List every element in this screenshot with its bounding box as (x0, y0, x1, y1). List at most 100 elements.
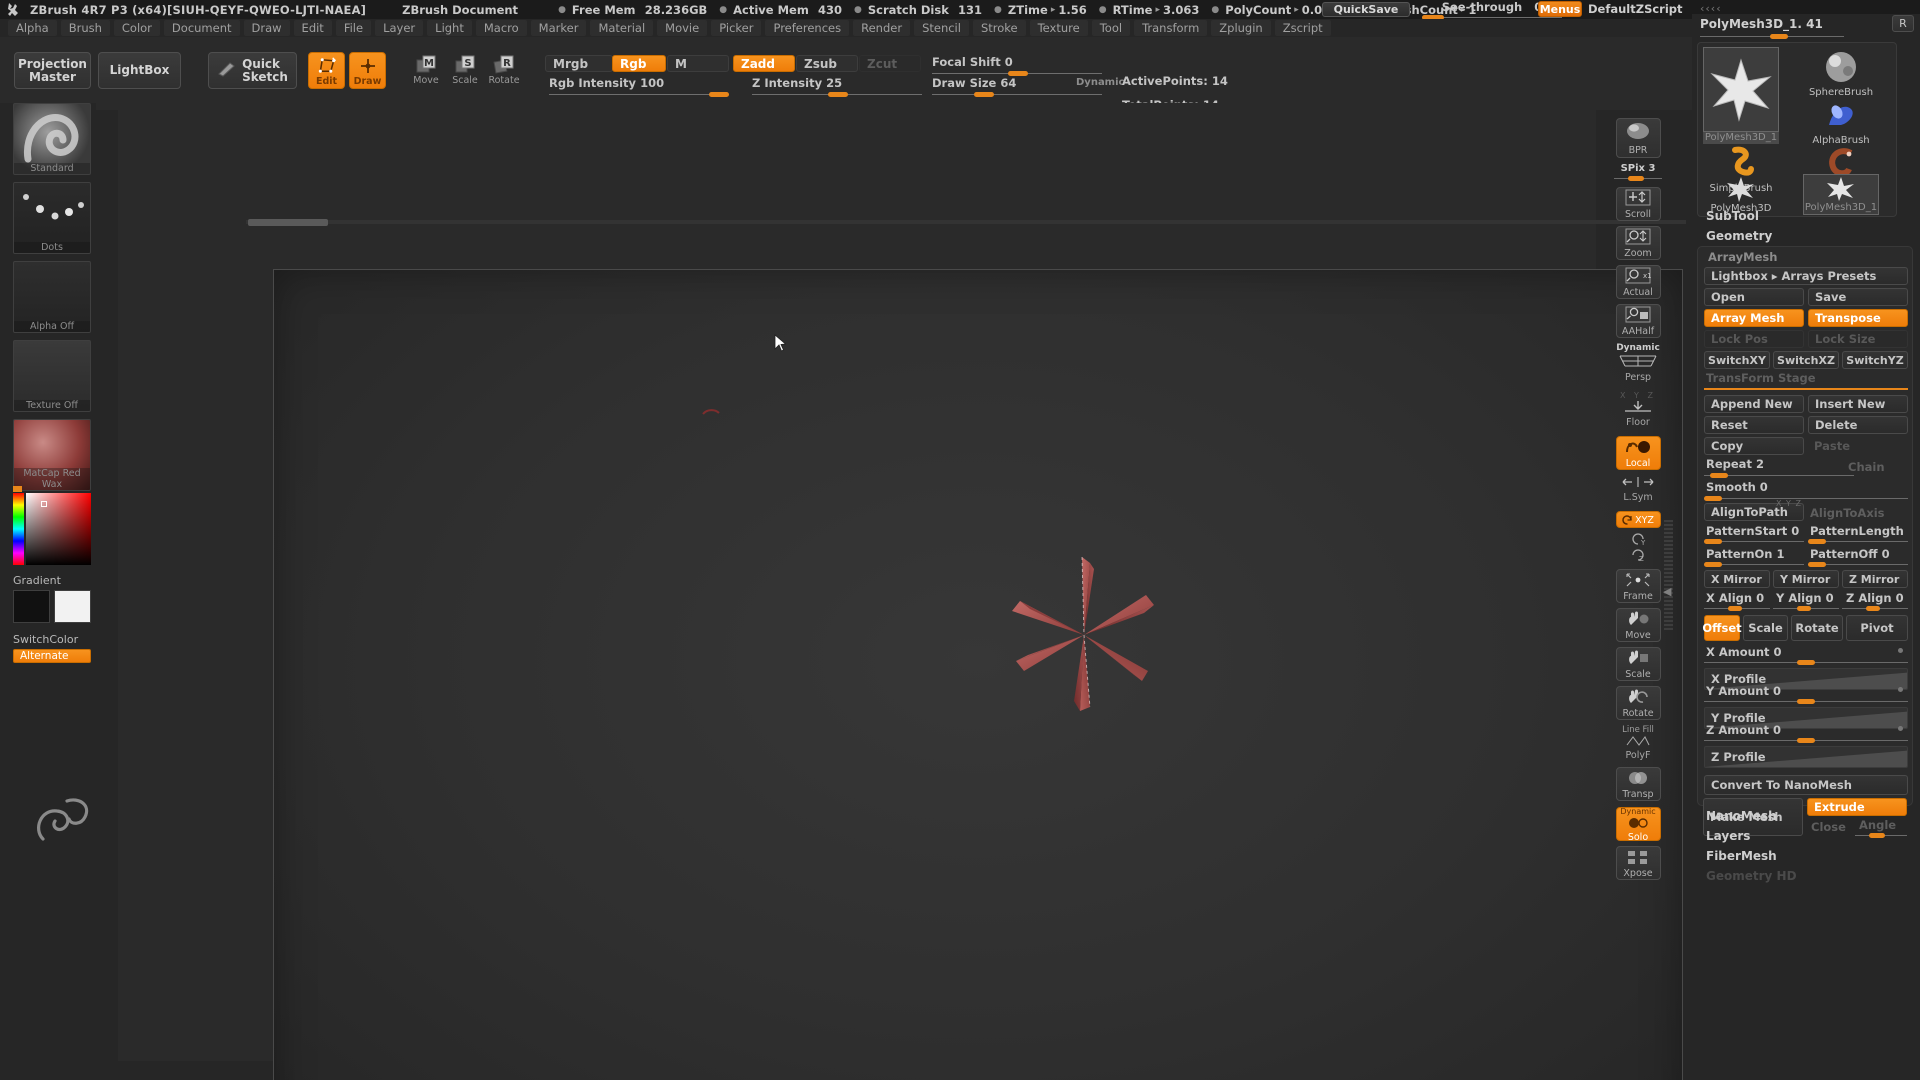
tool-item-alphabrush[interactable]: AlphaBrush (1803, 95, 1879, 147)
edit-button[interactable]: Edit (308, 52, 345, 89)
z-intensity-track[interactable] (752, 92, 922, 97)
pattern-start-track[interactable] (1704, 539, 1804, 544)
z-rotate-button[interactable]: Z (1616, 549, 1661, 563)
menu-item-draw[interactable]: Draw (243, 20, 290, 36)
pivot-button[interactable]: Pivot (1846, 615, 1908, 641)
insert-new-button[interactable]: Insert New (1808, 395, 1908, 413)
draw-size-knob[interactable] (974, 92, 994, 97)
document-canvas[interactable] (273, 269, 1683, 1080)
menu-item-zscript[interactable]: Zscript (1274, 20, 1331, 36)
tool-item-polymesh3d-1-large[interactable]: PolyMesh3D_1 (1703, 47, 1779, 144)
tool-size-track[interactable] (1700, 34, 1844, 39)
tool-item-polymesh3d-1[interactable]: PolyMesh3D_1 (1803, 174, 1879, 215)
panel-collapse-arrow-icon[interactable]: ◀ (1663, 585, 1671, 598)
canvas-area[interactable]: ▲▼ (118, 103, 1686, 1080)
scale-nav-button[interactable]: Scale (1615, 647, 1661, 681)
xpose-button[interactable]: Xpose (1615, 846, 1661, 880)
projection-master-button[interactable]: Projection Master (14, 52, 91, 89)
pattern-start-knob[interactable] (1704, 539, 1722, 544)
quicksave-button[interactable]: QuickSave (1322, 2, 1410, 17)
actual-button[interactable]: x1 Actual (1615, 265, 1661, 299)
y-amount-track[interactable] (1704, 699, 1908, 704)
polyf-button[interactable]: Line Fill PolyF (1616, 725, 1661, 761)
array-mesh-button[interactable]: Array Mesh (1704, 309, 1804, 327)
menu-item-stencil[interactable]: Stencil (914, 20, 969, 36)
z-align-knob[interactable] (1866, 606, 1880, 611)
x-mirror-button[interactable]: X Mirror (1704, 570, 1770, 588)
panel-resize-grip[interactable] (1664, 520, 1673, 630)
saturation-value-box[interactable] (26, 493, 91, 565)
smooth-knob[interactable] (1704, 496, 1722, 501)
delete-button[interactable]: Delete (1808, 416, 1908, 434)
pattern-off-track[interactable] (1808, 562, 1908, 567)
reset-button[interactable]: Reset (1704, 416, 1804, 434)
pattern-on-knob[interactable] (1704, 562, 1722, 567)
x-align-track[interactable] (1704, 606, 1770, 611)
menu-item-color[interactable]: Color (113, 20, 160, 36)
menu-item-picker[interactable]: Picker (711, 20, 762, 36)
lock-size-button[interactable]: Lock Size (1808, 330, 1908, 348)
primary-color-swatch[interactable] (13, 590, 50, 623)
z-amount-track[interactable] (1704, 738, 1908, 743)
focal-shift-slider[interactable]: Focal Shift 0 (932, 55, 1102, 76)
switchxz-button[interactable]: SwitchXZ (1773, 351, 1839, 369)
extrude-button[interactable]: Extrude (1807, 798, 1907, 816)
offset-button[interactable]: Offset (1702, 615, 1742, 641)
star-3d-model[interactable] (1004, 555, 1164, 715)
x-align-knob[interactable] (1728, 606, 1742, 611)
angle-knob[interactable] (1869, 833, 1885, 838)
y-rotate-button[interactable]: Y (1616, 533, 1661, 547)
y-mirror-button[interactable]: Y Mirror (1773, 570, 1839, 588)
current-brush-swatch[interactable]: Standard (13, 103, 91, 175)
frame-button[interactable]: Frame (1615, 569, 1661, 603)
smooth-track[interactable] (1704, 496, 1908, 501)
pattern-length-knob[interactable] (1808, 539, 1826, 544)
document-scrollbar[interactable] (248, 219, 328, 226)
subtool-section[interactable]: SubTool (1706, 209, 1759, 223)
rgb-intensity-track[interactable] (549, 92, 729, 97)
zsub-button[interactable]: Zsub (796, 55, 858, 72)
save-button[interactable]: Save (1808, 288, 1908, 306)
tool-item-spherebrush[interactable]: SphereBrush (1803, 47, 1879, 99)
menu-item-file[interactable]: File (335, 20, 372, 36)
aahalf-button[interactable]: AAHalf (1615, 304, 1661, 338)
quick-sketch-button[interactable]: Quick Sketch (208, 52, 297, 89)
z-mirror-button[interactable]: Z Mirror (1842, 570, 1908, 588)
geometry-hd-section[interactable]: Geometry HD (1706, 869, 1797, 883)
menu-item-alpha[interactable]: Alpha (8, 20, 57, 36)
bpr-button[interactable]: BPR (1615, 118, 1661, 158)
z-amount-knob[interactable] (1797, 738, 1815, 743)
nanomesh-section[interactable]: NanoMesh (1706, 809, 1777, 823)
pattern-length-track[interactable] (1808, 539, 1908, 544)
zadd-button[interactable]: Zadd (733, 55, 795, 72)
x-amount-reset-dot[interactable] (1898, 648, 1903, 653)
rotate-nav-button[interactable]: Rotate (1615, 686, 1661, 720)
geometry-section[interactable]: Geometry (1706, 229, 1772, 243)
lightbox-arrays-presets-button[interactable]: Lightbox ▸ Arrays Presets (1704, 267, 1908, 285)
scale-mode-button[interactable]: Scale (1743, 615, 1788, 641)
menu-item-marker[interactable]: Marker (530, 20, 587, 36)
z-profile-box[interactable]: Z Profile (1704, 746, 1908, 768)
switchyz-button[interactable]: SwitchYZ (1842, 351, 1908, 369)
pattern-off-knob[interactable] (1808, 562, 1826, 567)
menu-item-stroke[interactable]: Stroke (972, 20, 1026, 36)
lightbox-button[interactable]: LightBox (98, 52, 181, 89)
m-button[interactable]: M (667, 55, 729, 72)
menu-item-layer[interactable]: Layer (375, 20, 424, 36)
move-tool-button[interactable]: M Move (408, 55, 444, 86)
y-align-knob[interactable] (1797, 606, 1811, 611)
hue-strip[interactable] (13, 493, 24, 565)
y-amount-knob[interactable] (1797, 699, 1815, 704)
rgb-button[interactable]: Rgb (612, 55, 666, 72)
current-alpha-swatch[interactable]: Alpha Off (13, 261, 91, 333)
append-new-button[interactable]: Append New (1704, 395, 1804, 413)
current-stroke-swatch[interactable]: Dots (13, 182, 91, 254)
transform-stage-track[interactable] (1704, 387, 1908, 392)
r-button[interactable]: R (1892, 15, 1914, 32)
transpose-button[interactable]: Transpose (1808, 309, 1908, 327)
y-amount-reset-dot[interactable] (1898, 687, 1903, 692)
xyz-button[interactable]: XYZ (1615, 511, 1661, 528)
menus-button[interactable]: Menus (1538, 1, 1582, 17)
arraymesh-title[interactable]: ArrayMesh (1708, 250, 1777, 264)
z-intensity-slider[interactable]: Z Intensity 25 (752, 76, 922, 97)
